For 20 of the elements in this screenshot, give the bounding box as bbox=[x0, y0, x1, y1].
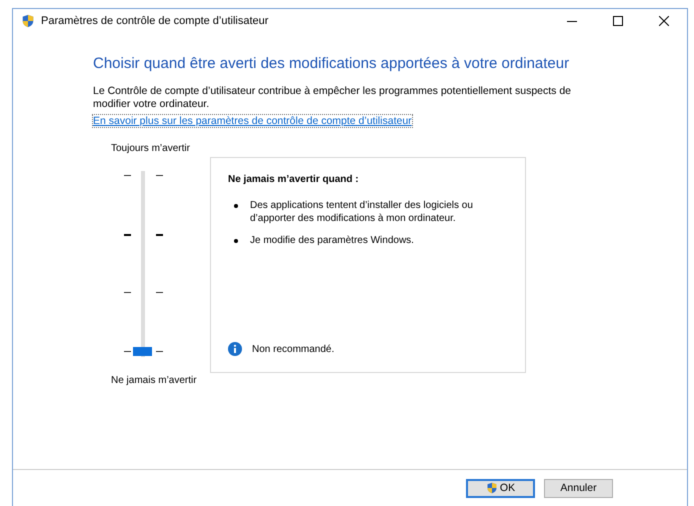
bullet-icon bbox=[234, 204, 238, 208]
ok-button[interactable]: OK bbox=[466, 478, 535, 498]
shield-icon bbox=[486, 481, 498, 495]
page-heading: Choisir quand être averti des modifications apportées à votre ordinateur bbox=[93, 55, 570, 72]
info-icon bbox=[228, 342, 242, 356]
description-text: Le Contrôle de compte d’utilisateur contribue à empêcher les programmes potentiellement suspects de modifier votre ordinateur. bbox=[93, 85, 572, 111]
slider-bottom-label: Ne jamais m’avertir bbox=[111, 375, 198, 386]
slider-thumb[interactable] bbox=[133, 346, 152, 356]
learn-more-link[interactable]: En savoir plus sur les paramètres de contrôle de compte d’utilisateur bbox=[93, 115, 412, 127]
note-text: Non recommandé. bbox=[252, 344, 334, 354]
bullet-text: Des applications tentent d’installer des logiciels ou d’apporter des modifications à mon ordinateur. bbox=[250, 199, 474, 225]
window-title: Paramètres de contrôle de compte d’utilisateur bbox=[41, 15, 270, 27]
close-icon bbox=[659, 16, 669, 26]
cancel-button[interactable]: Annuler bbox=[544, 478, 613, 498]
shield-icon bbox=[21, 13, 35, 29]
maximize-icon bbox=[613, 16, 623, 26]
panel-title: Ne jamais m’avertir quand : bbox=[228, 174, 360, 185]
bullet-text: Je modifie des paramètres Windows. bbox=[250, 234, 415, 247]
slider-top-label: Toujours m’avertir bbox=[111, 143, 191, 154]
bullet-icon bbox=[234, 239, 238, 243]
